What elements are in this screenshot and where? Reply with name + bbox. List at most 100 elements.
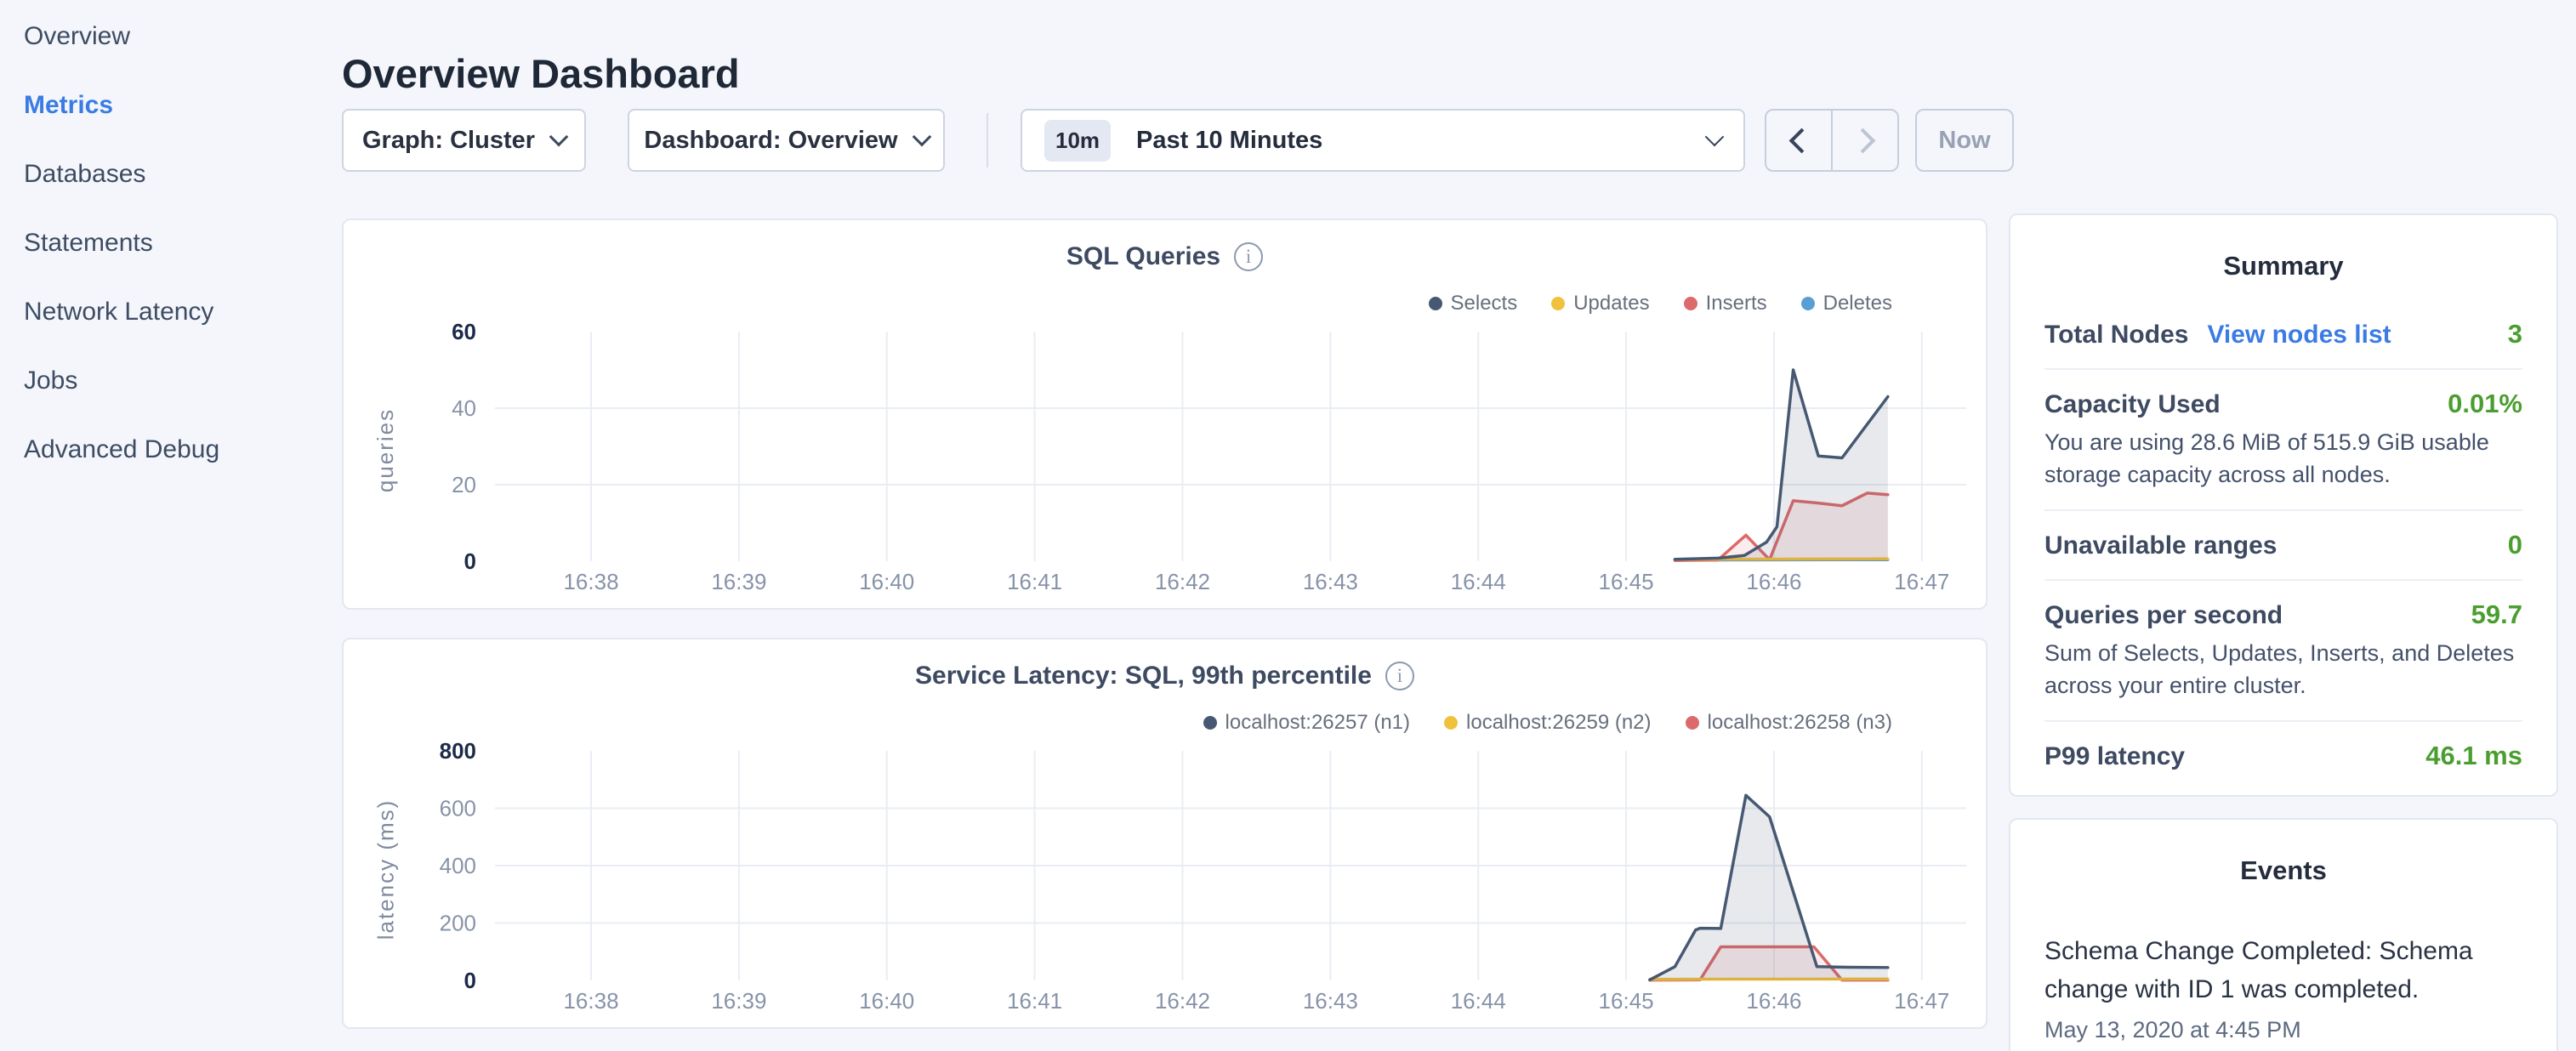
svg-text:16:38: 16:38 [563, 988, 618, 1014]
svg-text:16:47: 16:47 [1894, 988, 1949, 1014]
legend-item[interactable]: Updates [1551, 292, 1649, 315]
svg-text:16:40: 16:40 [859, 988, 914, 1014]
info-icon[interactable]: i [1234, 242, 1263, 271]
sidebar-item-advanced-debug[interactable]: Advanced Debug [0, 415, 342, 484]
svg-text:16:46: 16:46 [1746, 569, 1801, 594]
summary-row-description: Sum of Selects, Updates, Inserts, and De… [2044, 637, 2522, 702]
svg-text:800: 800 [440, 738, 476, 764]
sidebar-item-metrics[interactable]: Metrics [0, 71, 342, 139]
legend-label: localhost:26259 (n2) [1466, 711, 1651, 735]
chart-title: Service Latency: SQL, 99th percentile [915, 662, 1372, 690]
sidebar-nav: OverviewMetricsDatabasesStatementsNetwor… [0, 0, 342, 1051]
svg-text:16:39: 16:39 [711, 569, 766, 594]
svg-text:16:47: 16:47 [1894, 569, 1949, 594]
summary-row-label: P99 latency [2044, 742, 2185, 771]
sidebar-item-overview[interactable]: Overview [0, 2, 342, 71]
sidebar-item-databases[interactable]: Databases [0, 139, 342, 208]
chevron-down-icon [912, 128, 931, 147]
legend-item[interactable]: localhost:26259 (n2) [1444, 711, 1651, 735]
legend-item[interactable]: localhost:26258 (n3) [1686, 711, 1892, 735]
legend-label: Inserts [1706, 292, 1767, 315]
svg-text:16:45: 16:45 [1599, 569, 1654, 594]
time-step-forward-button[interactable] [1833, 111, 1897, 170]
view-nodes-list-link[interactable]: View nodes list [2207, 321, 2391, 349]
chevron-down-icon [1705, 128, 1725, 147]
svg-text:400: 400 [440, 853, 476, 878]
sidebar-item-statements[interactable]: Statements [0, 208, 342, 277]
summary-row: Unavailable ranges 0 [2044, 530, 2522, 560]
sidebar-item-jobs[interactable]: Jobs [0, 346, 342, 415]
svg-text:16:41: 16:41 [1007, 569, 1062, 594]
time-step-back-button[interactable] [1766, 111, 1833, 170]
legend-label: localhost:26258 (n3) [1708, 711, 1892, 735]
svg-text:16:45: 16:45 [1599, 988, 1654, 1014]
events-panel: Events Schema Change Completed: Schema c… [2009, 818, 2558, 1051]
dashboard-dropdown-label: Dashboard: Overview [644, 127, 897, 155]
legend-dot-icon [1444, 716, 1458, 730]
summary-divider [2044, 509, 2522, 511]
svg-text:16:39: 16:39 [711, 988, 766, 1014]
summary-row-value: 0.01% [2448, 389, 2522, 419]
svg-text:0: 0 [464, 968, 476, 993]
summary-divider [2044, 368, 2522, 370]
graph-source-dropdown[interactable]: Graph: Cluster [342, 109, 586, 172]
chart-legend: localhost:26257 (n1) localhost:26259 (n2)… [1203, 711, 1892, 735]
summary-row: Capacity Used 0.01% You are using 28.6 MiB… [2044, 389, 2522, 491]
svg-text:40: 40 [452, 395, 476, 421]
sidebar-item-network-latency[interactable]: Network Latency [0, 277, 342, 346]
legend-label: Updates [1573, 292, 1649, 315]
summary-row-value: 46.1 ms [2425, 741, 2522, 771]
service-latency-plot[interactable]: 16:3816:3916:4016:4116:4216:4316:4416:45… [410, 738, 1975, 1019]
metrics-page: OverviewMetricsDatabasesStatementsNetwor… [0, 0, 2576, 1051]
svg-text:16:44: 16:44 [1451, 988, 1506, 1014]
sql-queries-chart-card: SQL Queries i SelectsUpdatesInsertsDelet… [342, 219, 1987, 610]
legend-dot-icon [1429, 297, 1442, 310]
summary-row-value: 3 [2508, 319, 2522, 349]
svg-text:16:42: 16:42 [1155, 988, 1210, 1014]
svg-text:60: 60 [452, 319, 476, 344]
summary-row: P99 latency 46.1 ms [2044, 741, 2522, 771]
y-axis-label: latency (ms) [367, 767, 405, 971]
legend-label: Deletes [1823, 292, 1892, 315]
time-range-dropdown[interactable]: 10m Past 10 Minutes [1021, 109, 1745, 172]
legend-item[interactable]: localhost:26257 (n1) [1203, 711, 1410, 735]
summary-row-value: 0 [2508, 530, 2522, 560]
chevron-down-icon [549, 128, 569, 147]
summary-row: Total Nodes View nodes list 3 [2044, 319, 2522, 349]
event-message: Schema Change Completed: Schema change w… [2044, 932, 2522, 1008]
summary-row-label: Total Nodes [2044, 321, 2188, 349]
summary-row-label: Unavailable ranges [2044, 531, 2277, 560]
legend-item[interactable]: Deletes [1801, 292, 1892, 315]
page-title: Overview Dashboard [342, 50, 740, 97]
summary-divider [2044, 720, 2522, 722]
chevron-right-icon [1850, 128, 1875, 153]
legend-item[interactable]: Inserts [1684, 292, 1767, 315]
legend-label: localhost:26257 (n1) [1225, 711, 1410, 735]
svg-text:16:44: 16:44 [1451, 569, 1506, 594]
summary-row-description: You are using 28.6 MiB of 515.9 GiB usab… [2044, 426, 2522, 491]
summary-title: Summary [2010, 251, 2556, 281]
events-body: Schema Change Completed: Schema change w… [2010, 932, 2556, 1043]
summary-row-label: Capacity Used [2044, 390, 2221, 419]
legend-item[interactable]: Selects [1429, 292, 1518, 315]
graph-source-dropdown-label: Graph: Cluster [362, 127, 535, 155]
svg-text:600: 600 [440, 796, 476, 821]
svg-text:16:41: 16:41 [1007, 988, 1062, 1014]
svg-text:0: 0 [464, 548, 476, 574]
time-range-label: Past 10 Minutes [1136, 127, 1322, 155]
now-button-label: Now [1938, 127, 1990, 155]
controls-divider [987, 113, 988, 168]
legend-dot-icon [1203, 716, 1217, 730]
summary-panel: Summary Total Nodes View nodes list 3 Capac… [2009, 213, 2558, 797]
dashboard-dropdown[interactable]: Dashboard: Overview [628, 109, 945, 172]
now-button[interactable]: Now [1915, 109, 2014, 172]
svg-text:16:40: 16:40 [859, 569, 914, 594]
sql-queries-plot[interactable]: 16:38 16:39 16:40 16:41 16:42 16:43 16:44 16:45… [410, 319, 1975, 599]
summary-row-label: Queries per second [2044, 601, 2283, 630]
events-title: Events [2010, 855, 2556, 886]
info-icon[interactable]: i [1385, 662, 1414, 690]
svg-text:16:42: 16:42 [1155, 569, 1210, 594]
svg-text:16:38: 16:38 [563, 569, 618, 594]
svg-text:16:43: 16:43 [1303, 569, 1358, 594]
legend-dot-icon [1684, 297, 1697, 310]
